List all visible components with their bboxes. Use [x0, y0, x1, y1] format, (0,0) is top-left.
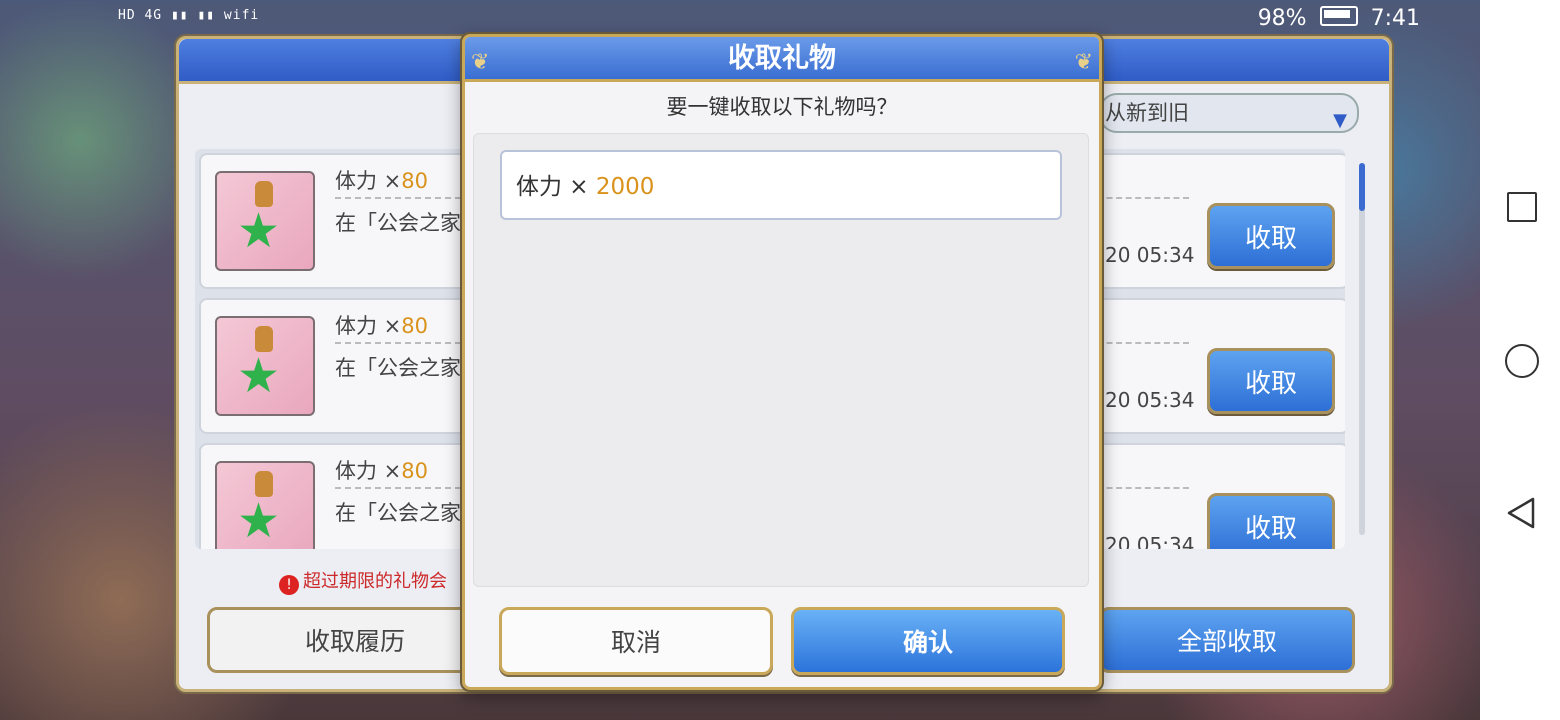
stamina-potion-icon: ★: [215, 316, 315, 416]
divider: [1097, 342, 1189, 344]
history-button[interactable]: 收取履历: [207, 607, 503, 673]
collect-button[interactable]: 收取: [1207, 493, 1335, 549]
list-scrollbar[interactable]: [1359, 163, 1365, 535]
warning-icon: !: [279, 575, 299, 595]
collect-all-button[interactable]: 全部收取: [1099, 607, 1355, 673]
divider: [1097, 197, 1189, 199]
star-icon: ★: [237, 493, 281, 549]
collect-gift-dialog: ❦ 收取礼物 ❦ 要一键收取以下礼物吗？ 体力 × 2000 取消 确认: [462, 34, 1102, 690]
sort-label: 从新到旧: [1105, 101, 1189, 125]
status-bar: HD 4G ▮▮ ▮▮ wifi 98% 7:41: [0, 0, 1480, 38]
home-icon[interactable]: [1505, 344, 1539, 378]
status-right: 98% 7:41: [1258, 6, 1420, 31]
back-icon[interactable]: [1505, 496, 1537, 530]
sort-dropdown[interactable]: 从新到旧 ▼: [1099, 93, 1359, 133]
recent-apps-icon[interactable]: [1507, 192, 1537, 222]
gift-description: 在「公会之家: [335, 356, 461, 380]
ornament-icon: ❦: [471, 50, 490, 75]
dialog-gift-list: 体力 × 2000: [473, 133, 1089, 587]
gift-name: 体力 ×80: [335, 169, 429, 193]
cancel-button[interactable]: 取消: [499, 607, 773, 675]
battery-icon: [1319, 6, 1358, 26]
gift-description: 在「公会之家: [335, 501, 461, 525]
collect-button[interactable]: 收取: [1207, 348, 1335, 414]
dialog-header: ❦ 收取礼物 ❦: [465, 37, 1099, 82]
gift-amount: 80: [401, 169, 429, 193]
dropdown-arrow-icon: ▼: [1333, 110, 1347, 131]
stamina-potion-icon: ★: [215, 461, 315, 549]
gift-expiry-time: 20 05:34: [1105, 243, 1195, 267]
confirm-button[interactable]: 确认: [791, 607, 1065, 675]
gift-amount: 80: [401, 314, 429, 338]
star-icon: ★: [237, 348, 281, 404]
star-icon: ★: [237, 203, 281, 259]
dialog-item-name: 体力 ×: [516, 174, 589, 200]
gift-amount: 80: [401, 459, 429, 483]
signal-indicators: HD 4G ▮▮ ▮▮ wifi: [118, 8, 260, 23]
divider: [335, 197, 471, 199]
ornament-icon: ❦: [1074, 50, 1093, 75]
gift-expiry-time: 20 05:34: [1105, 533, 1195, 549]
gift-name: 体力 ×80: [335, 314, 429, 338]
battery-percent: 98%: [1257, 6, 1307, 31]
dialog-item-amount: 2000: [595, 174, 655, 200]
expiry-warning: ! 超过期限的礼物会: [279, 567, 447, 595]
gift-name: 体力 ×80: [335, 459, 429, 483]
scroll-thumb[interactable]: [1359, 163, 1365, 211]
divider: [335, 487, 471, 489]
gift-description: 在「公会之家: [335, 211, 461, 235]
dialog-question: 要一键收取以下礼物吗？: [666, 95, 898, 119]
dialog-gift-item: 体力 × 2000: [500, 150, 1062, 220]
gift-expiry-time: 20 05:34: [1105, 388, 1195, 412]
dialog-title: 收取礼物: [728, 43, 836, 74]
divider: [335, 342, 471, 344]
clock-time: 7:41: [1370, 6, 1420, 31]
stamina-potion-icon: ★: [215, 171, 315, 271]
divider: [1097, 487, 1189, 489]
collect-button[interactable]: 收取: [1207, 203, 1335, 269]
